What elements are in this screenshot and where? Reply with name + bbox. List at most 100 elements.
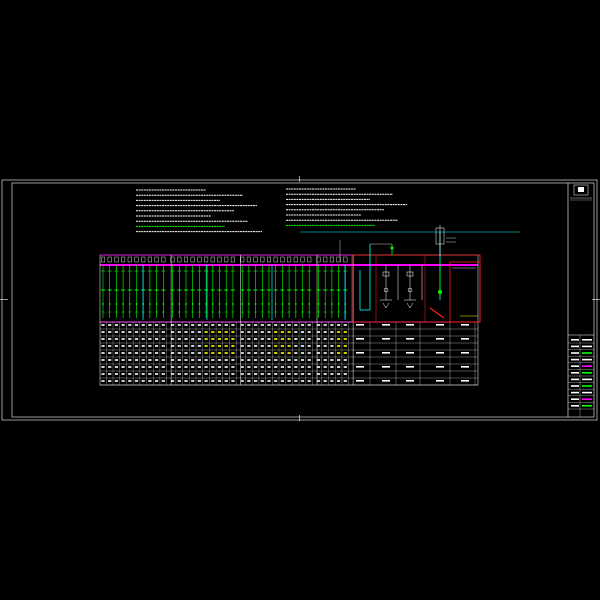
feeder-circuit [293, 256, 298, 318]
table-cell-text [141, 331, 145, 333]
table-cell-text [323, 380, 327, 382]
table-cell-text [177, 352, 181, 354]
table-cell-text [184, 331, 188, 333]
table-cell-text [217, 352, 222, 354]
table-cell-text [247, 338, 251, 340]
table-cell-text [148, 366, 152, 368]
table-cell-text [184, 380, 188, 382]
table-cell-text [337, 380, 341, 382]
table-cell-text [274, 331, 278, 333]
table-cell-text [307, 338, 311, 340]
table-cell-text [114, 380, 118, 382]
table-cell-text [108, 380, 112, 382]
table-cell-text [323, 373, 327, 375]
table-cell-text [247, 324, 251, 326]
title-row-value [582, 391, 592, 394]
viewport-crosshair-marks [0, 176, 600, 421]
table-cell-text [134, 345, 139, 347]
table-cell-text [287, 345, 291, 347]
feeder-circuit [204, 256, 209, 318]
table-cell-text [148, 345, 152, 347]
incoming-breaker-1-icon [380, 265, 392, 309]
table-cell-text [307, 380, 311, 382]
table-cell-text [316, 366, 321, 368]
table-cell-text [343, 380, 347, 382]
title-row-label [571, 378, 579, 381]
table-cell-text [240, 338, 244, 340]
table-cell-text [316, 352, 321, 354]
table-cell-text [300, 366, 305, 368]
table-cell-text [108, 352, 112, 354]
feeder-circuit [329, 256, 334, 318]
table-cell-text [171, 366, 175, 368]
feeder-circuit [253, 256, 258, 318]
table-cell-text [197, 366, 201, 368]
table-cell-text [316, 359, 321, 361]
table-cell-text [294, 338, 298, 340]
table-cell-text [247, 366, 251, 368]
table-cell-text [217, 359, 222, 361]
title-row-value [582, 405, 592, 407]
table-cell-text [436, 380, 444, 382]
table-cell-text [382, 380, 390, 382]
table-cell-text [191, 366, 195, 368]
table-cell-text [224, 373, 228, 375]
table-cell-text [155, 366, 159, 368]
table-cell-text [260, 359, 264, 361]
table-cell-text [155, 324, 159, 326]
feeder-circuit [127, 256, 132, 318]
table-cell-text [406, 352, 414, 354]
table-cell-text [280, 352, 284, 354]
table-cell-text [141, 380, 145, 382]
title-block-rows [568, 335, 594, 417]
table-cell-text [141, 366, 145, 368]
table-cell-text [204, 366, 208, 368]
table-cell-text [197, 380, 201, 382]
general-notes-left [136, 189, 262, 233]
feeder-circuit [190, 256, 195, 318]
feeder-circuit [197, 256, 202, 318]
table-cell-text [128, 331, 132, 333]
table-cell-text [161, 366, 165, 368]
table-cell-text [177, 324, 181, 326]
circuit-schedule-table [100, 321, 478, 386]
table-cell-text [217, 373, 222, 375]
table-cell-text [337, 345, 341, 347]
table-cell-text [356, 338, 364, 340]
table-cell-text [267, 338, 271, 340]
table-cell-text [128, 373, 132, 375]
table-cell-text [436, 338, 444, 340]
feeder-circuit [336, 256, 341, 318]
table-cell-text [224, 352, 228, 354]
table-cell-text [211, 345, 215, 347]
table-cell-text [217, 366, 222, 368]
table-cell-text [114, 331, 118, 333]
feeder-circuit [280, 256, 285, 318]
feeder-circuit [114, 256, 119, 318]
cad-drawing-viewport[interactable] [0, 0, 600, 600]
table-cell-text [406, 366, 414, 368]
table-cell-text [197, 324, 201, 326]
feeder-circuit [217, 256, 222, 318]
table-cell-text [224, 366, 228, 368]
table-cell-text [184, 366, 188, 368]
table-cell-text [280, 338, 284, 340]
table-cell-text [148, 352, 152, 354]
table-cell-text [231, 324, 235, 326]
table-cell-text [184, 359, 188, 361]
table-cell-text [148, 380, 152, 382]
table-cell-text [211, 366, 215, 368]
table-cell-text [141, 359, 145, 361]
title-row-label [571, 365, 579, 367]
table-cell-text [114, 338, 118, 340]
table-cell-text [247, 345, 251, 347]
table-cell-text [217, 324, 222, 326]
title-row-value [582, 385, 592, 387]
feeder-circuit [323, 256, 328, 318]
sheet-inner-border [11, 182, 595, 418]
feeder-circuit [246, 256, 251, 318]
table-cell-text [184, 338, 188, 340]
table-cell-text [155, 331, 159, 333]
table-cell-text [260, 338, 264, 340]
table-cell-text [240, 331, 244, 333]
